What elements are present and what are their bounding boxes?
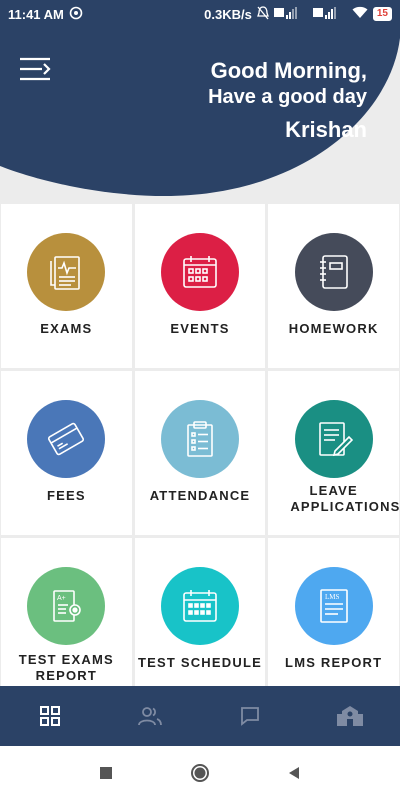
document-edit-icon xyxy=(294,400,373,478)
user-name: Krishan xyxy=(285,117,367,142)
greeting-line-2: Have a good day xyxy=(208,86,367,108)
notebook-icon xyxy=(294,233,373,311)
menu-icon[interactable] xyxy=(18,56,54,84)
test-report-icon: A+ xyxy=(27,567,106,645)
wifi-icon xyxy=(352,6,368,22)
card-icon xyxy=(27,400,106,478)
tile-label: ATTENDANCE xyxy=(149,488,251,503)
chat-icon[interactable] xyxy=(220,691,280,741)
svg-text:A+: A+ xyxy=(57,595,66,602)
exam-report-icon xyxy=(27,233,106,311)
battery-icon: 15 xyxy=(372,7,392,21)
dashboard-grid: EXAMS EVENTS HOMEWORK FEES ATTENDANCE LE… xyxy=(1,204,399,686)
tile-label: LEAVE APPLICATIONS xyxy=(290,483,399,514)
tile-label: FEES xyxy=(46,488,86,503)
signal-icon-2 xyxy=(312,6,347,23)
tile-label: LMS REPORT xyxy=(285,655,383,670)
system-nav xyxy=(0,746,400,800)
sync-icon xyxy=(69,6,83,23)
svg-text:LMS: LMS xyxy=(325,593,340,601)
schedule-icon xyxy=(160,567,239,645)
tile-label: TEST EXAMS REPORT xyxy=(18,652,114,683)
tile-test-exams-report[interactable]: A+ TEST EXAMS REPORT xyxy=(1,538,132,686)
tile-lms-report[interactable]: LMS LMS REPORT xyxy=(268,538,399,686)
tile-test-schedule[interactable]: TEST SCHEDULE xyxy=(134,538,266,686)
status-time: 11:41 AM xyxy=(8,6,64,22)
tile-label: HOMEWORK xyxy=(288,321,379,336)
tile-attendance[interactable]: ATTENDANCE xyxy=(134,371,266,535)
clipboard-icon xyxy=(160,400,239,478)
dashboard-icon[interactable] xyxy=(20,691,80,741)
lms-icon: LMS xyxy=(294,567,373,645)
tile-exams[interactable]: EXAMS xyxy=(1,204,132,368)
home-icon[interactable] xyxy=(188,761,212,785)
back-icon[interactable] xyxy=(282,761,306,785)
mute-icon xyxy=(256,5,269,23)
tile-leave-applications[interactable]: LEAVE APPLICATIONS xyxy=(268,371,399,535)
greeting: Good Morning, Have a good day Krishan xyxy=(208,58,367,146)
header: Good Morning, Have a good day Krishan xyxy=(0,28,400,198)
status-bar: 11:41 AM 0.3KB/s 15 xyxy=(0,0,400,28)
greeting-line-1: Good Morning, xyxy=(210,58,367,83)
signal-icon xyxy=(273,6,308,23)
network-speed: 0.3KB/s xyxy=(204,6,252,22)
bottom-nav xyxy=(0,686,400,746)
people-icon[interactable] xyxy=(120,691,180,741)
recents-icon[interactable] xyxy=(94,761,118,785)
tile-label: TEST SCHEDULE xyxy=(138,655,262,670)
tile-label: EVENTS xyxy=(170,321,230,336)
tile-fees[interactable]: FEES xyxy=(1,371,132,535)
tile-homework[interactable]: HOMEWORK xyxy=(268,204,399,368)
school-icon[interactable] xyxy=(320,691,380,741)
calendar-icon xyxy=(160,233,239,311)
tile-events[interactable]: EVENTS xyxy=(134,204,266,368)
tile-label: EXAMS xyxy=(40,321,93,336)
